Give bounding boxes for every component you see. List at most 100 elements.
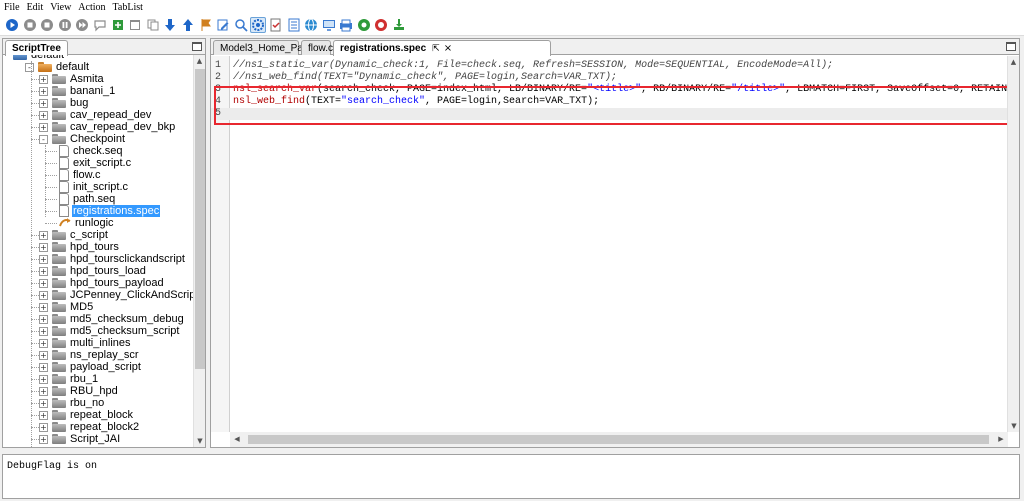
tree-item[interactable]: + md5_checksum_debug bbox=[39, 313, 185, 325]
tree-item[interactable]: + md5_checksum_script bbox=[39, 325, 180, 337]
expand-icon[interactable]: + bbox=[39, 266, 48, 276]
tree-item[interactable]: runlogic bbox=[55, 217, 115, 229]
tree-scroll-thumb[interactable] bbox=[195, 69, 205, 369]
tree-item[interactable]: + rbu_1 bbox=[39, 373, 99, 385]
comment-button[interactable] bbox=[92, 17, 108, 33]
document-check-button[interactable] bbox=[268, 17, 284, 33]
menu-edit[interactable]: Edit bbox=[27, 2, 44, 13]
tree-item[interactable]: + cav_repead_dev bbox=[39, 109, 152, 121]
tab-scripttree[interactable]: ScriptTree bbox=[5, 40, 68, 56]
editor-horizontal-scrollbar[interactable]: ◀ ▶ bbox=[230, 432, 1008, 447]
tree-vertical-scrollbar[interactable]: ▲ ▼ bbox=[193, 55, 205, 447]
menu-action[interactable]: Action bbox=[78, 2, 105, 13]
tree-item[interactable]: check.seq bbox=[55, 145, 124, 157]
flag-button[interactable] bbox=[198, 17, 214, 33]
tree-item[interactable]: flow.c bbox=[55, 169, 102, 181]
gear-button[interactable] bbox=[250, 16, 267, 33]
tab-registrations-spec[interactable]: registrations.spec ⇱ × bbox=[333, 40, 551, 56]
tree-item[interactable]: + Script_JAI bbox=[39, 433, 121, 445]
tree-item[interactable]: + Asmita bbox=[39, 73, 105, 85]
expand-icon[interactable]: + bbox=[39, 410, 48, 420]
download-button[interactable] bbox=[391, 17, 407, 33]
tree-item[interactable]: + JCPenney_ClickAndScript bbox=[39, 289, 193, 301]
tree-item[interactable]: path.seq bbox=[55, 193, 116, 205]
maximize-icon[interactable] bbox=[192, 42, 202, 51]
tree-item[interactable]: - Checkpoint bbox=[39, 133, 126, 145]
monitor-button[interactable] bbox=[321, 17, 337, 33]
tree-item[interactable]: exit_script.c bbox=[55, 157, 132, 169]
collapse-icon[interactable]: - bbox=[39, 134, 48, 144]
menu-file[interactable]: File bbox=[4, 2, 20, 13]
expand-icon[interactable]: + bbox=[39, 362, 48, 372]
expand-icon[interactable]: + bbox=[39, 338, 48, 348]
scroll-up-icon[interactable]: ▲ bbox=[194, 55, 205, 67]
menu-view[interactable]: View bbox=[50, 2, 71, 13]
scroll-up-icon[interactable]: ▲ bbox=[1008, 56, 1019, 68]
tab-flow-c[interactable]: flow.c bbox=[301, 40, 333, 55]
code-line[interactable]: 2 //ns1_web_find(TEXT="Dynamic_check", PA… bbox=[211, 72, 1019, 84]
globe-button[interactable] bbox=[303, 17, 319, 33]
expand-icon[interactable]: + bbox=[39, 398, 48, 408]
tree-item[interactable]: + banani_1 bbox=[39, 85, 116, 97]
tree-item[interactable]: + hpd_tours_load bbox=[39, 265, 147, 277]
pin-icon[interactable]: ⇱ bbox=[432, 44, 440, 54]
skip-button[interactable] bbox=[74, 17, 90, 33]
tree-item[interactable]: + hpd_tours_payload bbox=[39, 277, 165, 289]
expand-icon[interactable]: + bbox=[39, 242, 48, 252]
expand-icon[interactable]: + bbox=[39, 302, 48, 312]
tree-item[interactable]: + multi_inlines bbox=[39, 337, 132, 349]
menu-tablist[interactable]: TabList bbox=[113, 2, 143, 13]
pause-button[interactable] bbox=[57, 17, 73, 33]
tree-item[interactable]: + rbu_no bbox=[39, 397, 105, 409]
expand-icon[interactable]: + bbox=[39, 122, 48, 132]
stop-button[interactable] bbox=[22, 17, 38, 33]
page-button[interactable] bbox=[286, 17, 302, 33]
add-file-button[interactable] bbox=[110, 17, 126, 33]
tree-item[interactable]: + hpd_toursclickandscript bbox=[39, 253, 186, 265]
expand-icon[interactable]: + bbox=[39, 98, 48, 108]
tab-model3-home-page-c[interactable]: Model3_Home_Page.c bbox=[213, 40, 322, 55]
scroll-down-icon[interactable]: ▼ bbox=[1008, 420, 1020, 432]
search-settings-button[interactable] bbox=[233, 17, 249, 33]
expand-icon[interactable]: + bbox=[39, 434, 48, 444]
copy-button[interactable] bbox=[145, 17, 161, 33]
window-button[interactable] bbox=[127, 17, 143, 33]
scroll-left-icon[interactable]: ◀ bbox=[230, 432, 244, 447]
play-button[interactable] bbox=[4, 17, 20, 33]
stop-alt-button[interactable] bbox=[39, 17, 55, 33]
expand-icon[interactable]: + bbox=[39, 422, 48, 432]
expand-icon[interactable]: + bbox=[39, 278, 48, 288]
expand-icon[interactable]: + bbox=[39, 230, 48, 240]
expand-icon[interactable]: + bbox=[39, 326, 48, 336]
expand-icon[interactable]: + bbox=[39, 386, 48, 396]
circle-go-button[interactable] bbox=[356, 17, 372, 33]
tree-item[interactable]: + MD5 bbox=[39, 301, 94, 313]
tree-item[interactable]: - default bbox=[25, 61, 90, 73]
tree-item[interactable]: + hpd_tours bbox=[39, 241, 120, 253]
tree-item[interactable]: + repeat_block bbox=[39, 409, 134, 421]
expand-icon[interactable]: + bbox=[39, 350, 48, 360]
tree-item[interactable]: init_script.c bbox=[55, 181, 129, 193]
editor-hscroll-thumb[interactable] bbox=[248, 435, 989, 444]
tree-item[interactable]: + cav_repead_dev_bkp bbox=[39, 121, 176, 133]
close-icon[interactable]: × bbox=[444, 43, 452, 54]
scroll-down-icon[interactable]: ▼ bbox=[194, 435, 206, 447]
tree-item[interactable]: + bug bbox=[39, 97, 89, 109]
edit-page-button[interactable] bbox=[215, 17, 231, 33]
expand-icon[interactable]: + bbox=[39, 290, 48, 300]
arrow-down-button[interactable] bbox=[162, 17, 178, 33]
collapse-icon[interactable]: - bbox=[25, 62, 34, 72]
tree-item[interactable]: + ns_replay_scr bbox=[39, 349, 139, 361]
tree-item[interactable]: registrations.spec bbox=[55, 205, 161, 217]
expand-icon[interactable]: + bbox=[39, 254, 48, 264]
editor-vertical-scrollbar[interactable]: ▲ ▼ bbox=[1007, 56, 1019, 432]
tree-item[interactable]: + RBU_hpd bbox=[39, 385, 119, 397]
tree-item[interactable]: + payload_script bbox=[39, 361, 142, 373]
scroll-right-icon[interactable]: ▶ bbox=[994, 432, 1008, 447]
tree-item[interactable]: + repeat_block2 bbox=[39, 421, 140, 433]
code-line[interactable]: 1 //ns1_static_var(Dynamic_check:1, File=… bbox=[211, 60, 1019, 72]
expand-icon[interactable]: + bbox=[39, 74, 48, 84]
maximize-icon[interactable] bbox=[1006, 42, 1016, 51]
arrow-up-button[interactable] bbox=[180, 17, 196, 33]
expand-icon[interactable]: + bbox=[39, 110, 48, 120]
